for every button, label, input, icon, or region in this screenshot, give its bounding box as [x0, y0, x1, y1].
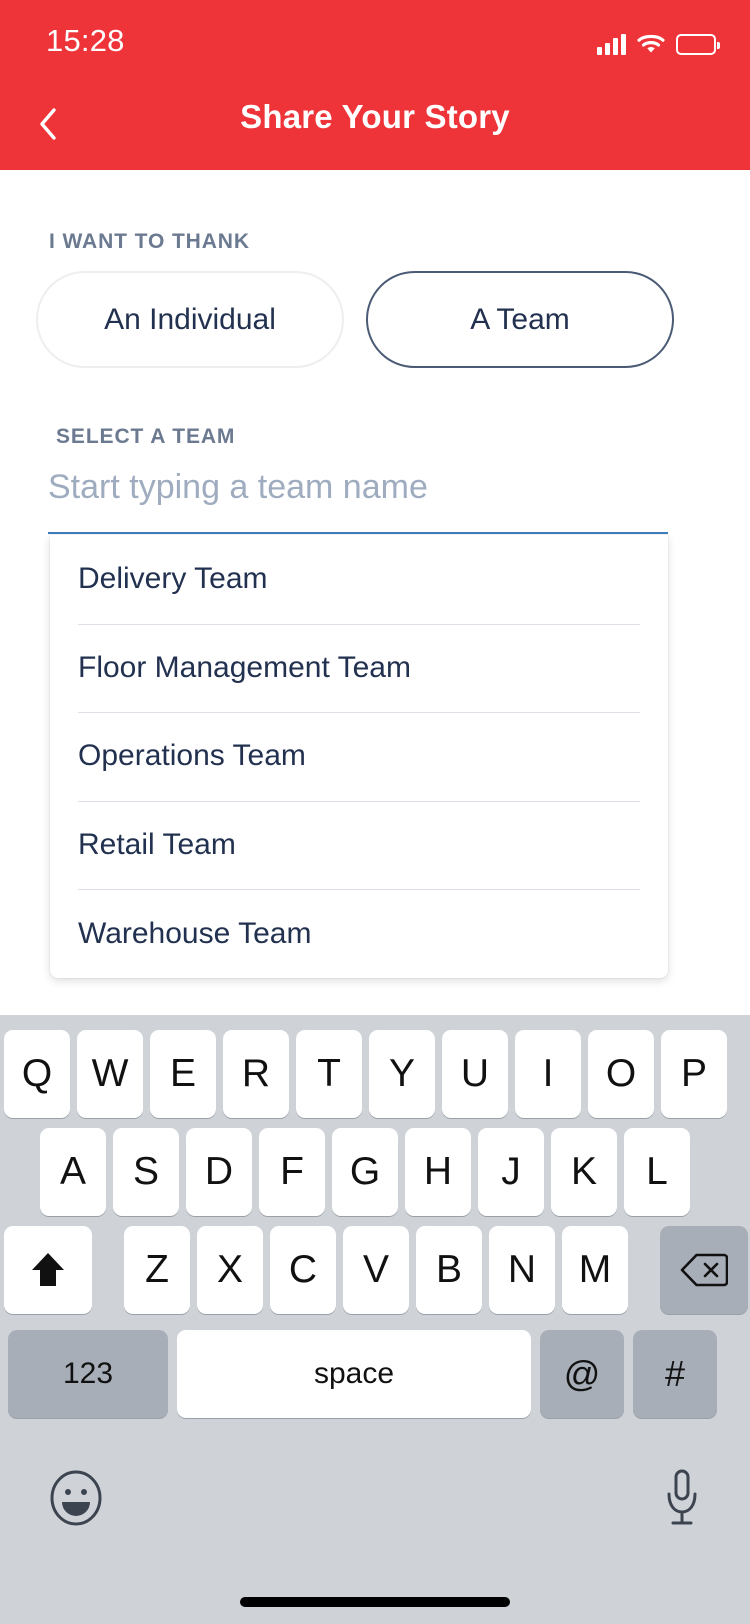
microphone-icon	[667, 1469, 697, 1525]
nav-bar: Share Your Story	[0, 72, 750, 170]
dropdown-item-label: Floor Management Team	[78, 650, 411, 684]
thank-target-toggle-group: An Individual A Team	[36, 271, 674, 368]
app-header: 15:28 Share Your Story	[0, 0, 750, 170]
key-c[interactable]: C	[270, 1226, 336, 1314]
option-an-individual[interactable]: An Individual	[36, 271, 344, 368]
wifi-icon	[637, 33, 665, 55]
dropdown-item-floor-management-team[interactable]: Floor Management Team	[50, 623, 668, 713]
team-search-input[interactable]	[48, 457, 668, 517]
phone-screen: 15:28 Share Your Story I WANT TO THANK A…	[0, 0, 750, 1624]
key-t[interactable]: T	[296, 1030, 362, 1118]
key-v[interactable]: V	[343, 1226, 409, 1314]
key-h[interactable]: H	[405, 1128, 471, 1216]
numeric-mode-key[interactable]: 123	[8, 1330, 168, 1418]
dropdown-item-retail-team[interactable]: Retail Team	[50, 800, 668, 890]
option-an-individual-label: An Individual	[104, 302, 276, 336]
key-z[interactable]: Z	[124, 1226, 190, 1314]
emoji-smiley-icon	[50, 1470, 102, 1526]
key-j[interactable]: J	[478, 1128, 544, 1216]
home-indicator[interactable]	[240, 1597, 510, 1607]
key-k[interactable]: K	[551, 1128, 617, 1216]
shift-key[interactable]	[4, 1226, 92, 1314]
i-want-to-thank-label: I WANT TO THANK	[49, 230, 250, 253]
key-u[interactable]: U	[442, 1030, 508, 1118]
status-bar-icons	[597, 25, 720, 55]
form-content: I WANT TO THANK An Individual A Team SEL…	[0, 170, 750, 1015]
backspace-delete-icon	[680, 1253, 728, 1287]
dictation-button[interactable]	[662, 1468, 702, 1528]
keyboard-bottom-bar	[0, 1430, 750, 1624]
key-l[interactable]: L	[624, 1128, 690, 1216]
dropdown-item-operations-team[interactable]: Operations Team	[50, 712, 668, 801]
keyboard-row-4: 123 space @ #	[8, 1330, 717, 1418]
keyboard-row-3: Z X C V B N M	[4, 1226, 748, 1314]
key-o[interactable]: O	[588, 1030, 654, 1118]
key-b[interactable]: B	[416, 1226, 482, 1314]
dropdown-item-label: Delivery Team	[78, 562, 268, 596]
keyboard-row-1: Q W E R T Y U I O P	[4, 1030, 727, 1118]
key-p[interactable]: P	[661, 1030, 727, 1118]
key-y[interactable]: Y	[369, 1030, 435, 1118]
key-d[interactable]: D	[186, 1128, 252, 1216]
select-a-team-label: SELECT A TEAM	[56, 425, 236, 448]
key-x[interactable]: X	[197, 1226, 263, 1314]
backspace-key[interactable]	[660, 1226, 748, 1314]
key-w[interactable]: W	[77, 1030, 143, 1118]
option-a-team-label: A Team	[470, 302, 570, 336]
key-f[interactable]: F	[259, 1128, 325, 1216]
dropdown-item-warehouse-team[interactable]: Warehouse Team	[50, 889, 668, 978]
emoji-button[interactable]	[48, 1470, 104, 1526]
on-screen-keyboard: Q W E R T Y U I O P A S D F G H J K L Z …	[0, 1015, 750, 1624]
space-key[interactable]: space	[177, 1330, 531, 1418]
key-n[interactable]: N	[489, 1226, 555, 1314]
dropdown-item-label: Warehouse Team	[78, 916, 312, 950]
dropdown-item-delivery-team[interactable]: Delivery Team	[50, 535, 668, 624]
dropdown-item-label: Retail Team	[78, 828, 236, 862]
shift-up-arrow-icon	[32, 1253, 64, 1286]
key-m[interactable]: M	[562, 1226, 628, 1314]
page-title: Share Your Story	[240, 98, 510, 135]
dropdown-item-label: Operations Team	[78, 739, 306, 773]
key-s[interactable]: S	[113, 1128, 179, 1216]
option-a-team[interactable]: A Team	[366, 271, 674, 368]
battery-full-icon	[676, 34, 720, 55]
hash-symbol-key[interactable]: #	[633, 1330, 717, 1418]
keyboard-row-2: A S D F G H J K L	[40, 1128, 690, 1216]
key-e[interactable]: E	[150, 1030, 216, 1118]
key-r[interactable]: R	[223, 1030, 289, 1118]
key-i[interactable]: I	[515, 1030, 581, 1118]
key-q[interactable]: Q	[4, 1030, 70, 1118]
status-bar-time: 15:28	[46, 23, 125, 58]
status-bar: 15:28	[0, 0, 750, 72]
signal-bars-icon	[597, 33, 626, 55]
key-g[interactable]: G	[332, 1128, 398, 1216]
at-symbol-key[interactable]: @	[540, 1330, 624, 1418]
team-suggestions-dropdown: Delivery Team Floor Management Team Oper…	[50, 535, 668, 978]
key-a[interactable]: A	[40, 1128, 106, 1216]
team-input-underline	[48, 532, 668, 534]
